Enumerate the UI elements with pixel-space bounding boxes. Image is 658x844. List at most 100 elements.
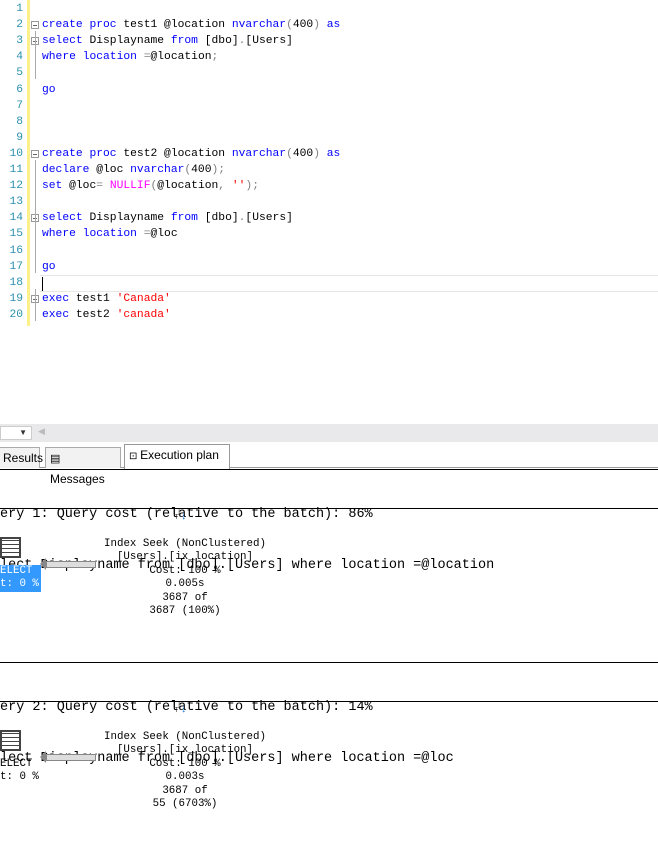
operator-detail: Cost: 100 % [149, 757, 221, 770]
code-token: go [42, 83, 56, 96]
line-number: 5 [16, 67, 23, 80]
plan-header: ery 1: Query cost (relative to the batch… [0, 470, 658, 573]
code-line[interactable]: set @loc= NULLIF(@location, ''); [42, 178, 259, 194]
code-token: select [42, 35, 90, 48]
code-line[interactable]: go [42, 82, 56, 98]
operator-name: ELECT [0, 565, 33, 577]
tab-execution-plan[interactable]: ⊡ Execution plan [124, 444, 230, 469]
plan-header: ery 2: Query cost (relative to the batch… [0, 663, 658, 766]
code-token: 400 [292, 147, 314, 160]
line-number: 15 [9, 228, 23, 241]
line-number: 19 [9, 292, 23, 305]
operator-detail: 3687 (100%) [149, 605, 221, 618]
line-number: 6 [16, 83, 23, 96]
code-token: @loc [69, 180, 97, 193]
line-number: 13 [9, 196, 23, 209]
line-number: 10 [9, 147, 23, 160]
code-token: Displayname [89, 35, 171, 48]
operator-cost: t: 0 % [0, 578, 39, 591]
code-token: ); [211, 164, 226, 176]
fold-guide [35, 208, 36, 257]
select-operator-label[interactable]: ELECT t: 0 % [0, 565, 41, 592]
select-operator-icon[interactable] [0, 537, 21, 558]
code-token: from [170, 212, 205, 225]
line-number: 12 [9, 180, 23, 193]
code-line[interactable]: select Displayname from [dbo].[Users] [42, 210, 293, 226]
operator-detail: 55 (6703%) [152, 798, 218, 811]
code-token: test2 @location [123, 147, 232, 160]
code-token: @location [150, 51, 212, 64]
line-number: 2 [16, 19, 23, 32]
index-seek-icon[interactable]: ⑂↓ [172, 699, 187, 716]
operator-detail: [Users].[ix_location] [116, 744, 254, 757]
code-token: from [170, 35, 205, 48]
code-token: location [82, 51, 144, 64]
code-token: 'Canada' [116, 292, 171, 305]
code-token: [dbo] [204, 35, 239, 48]
fold-guide [35, 31, 36, 80]
code-line[interactable]: go [42, 259, 56, 275]
code-line[interactable]: where location =@location; [42, 49, 218, 65]
collapse-toggle-icon[interactable] [31, 149, 39, 158]
code-token: 400 [191, 164, 212, 176]
line-number: 18 [9, 276, 23, 289]
code-token: select [42, 212, 90, 225]
operator-detail: 3687 of [162, 591, 208, 604]
zoom-dropdown[interactable]: ▼ [0, 426, 32, 440]
line-number: 17 [9, 260, 23, 273]
operator-detail: Index Seek (NonClustered) [104, 731, 266, 743]
code-line[interactable]: create proc test2 @location nvarchar(400… [42, 146, 340, 162]
code-token: @location [157, 180, 219, 193]
code-token: set [42, 180, 70, 193]
code-token: ( [286, 19, 293, 32]
operator-detail: 0.005s [165, 578, 205, 591]
line-number: 8 [16, 115, 23, 128]
code-line[interactable]: exec test2 'canada' [42, 307, 171, 323]
code-token: 400 [292, 19, 314, 32]
code-token: [dbo] [204, 212, 239, 225]
code-token: [Users] [245, 212, 293, 225]
code-token: test2 [75, 308, 117, 321]
code-token: where [42, 51, 83, 64]
select-operator-icon[interactable] [0, 730, 21, 751]
tab-label: Results [3, 451, 44, 465]
change-margin [27, 0, 30, 326]
tab-results[interactable]: Results [0, 447, 44, 468]
code-token: ( [286, 147, 293, 160]
line-number: 16 [9, 244, 23, 257]
operator-detail: Cost: 100 % [149, 564, 221, 577]
operator-detail: Index Seek (NonClustered) [104, 538, 266, 550]
code-token: test1 [75, 292, 117, 305]
chevron-down-icon: ▼ [19, 428, 27, 437]
code-line[interactable]: declare @loc nvarchar(400); [42, 162, 225, 178]
code-line[interactable]: create proc test1 @location nvarchar(400… [42, 17, 340, 33]
code-token: Displayname [89, 212, 171, 225]
tab-label: Execution plan [140, 448, 219, 462]
current-line-highlight [40, 275, 658, 292]
code-line[interactable]: select Displayname from [dbo].[Users] [42, 33, 293, 49]
code-token: go [42, 260, 56, 273]
select-operator-label[interactable]: ELECT t: 0 % [0, 758, 41, 785]
code-line[interactable]: exec test1 'Canada' [42, 291, 171, 307]
text-caret [42, 277, 43, 291]
code-token: create proc [42, 147, 124, 160]
index-seek-icon[interactable]: ⑂↓ [172, 506, 187, 523]
code-token: ; [211, 51, 219, 64]
code-line[interactable]: where location =@loc [42, 226, 178, 242]
scroll-left-icon[interactable]: ◀ [38, 426, 45, 437]
query-editor[interactable]: 1 2 create proc test1 @location nvarchar(4… [0, 0, 658, 424]
code-token: test1 @location [123, 19, 232, 32]
tab-messages[interactable]: ▤ Messages [45, 447, 121, 486]
line-number: 9 [16, 131, 23, 144]
messages-icon: ▤ [50, 453, 61, 465]
code-token: '' [231, 180, 246, 193]
code-token: location [82, 228, 144, 241]
index-seek-operator[interactable]: Index Seek (NonClustered) [Users].[ix_loc… [80, 538, 290, 618]
operator-cost: t: 0 % [0, 771, 39, 784]
operator-detail: 3687 of [162, 784, 208, 797]
operator-detail: 0.003s [165, 771, 205, 784]
collapse-toggle-icon[interactable] [31, 21, 39, 30]
operator-detail: [Users].[ix_location] [116, 551, 254, 564]
code-token: declare [42, 164, 97, 176]
index-seek-operator[interactable]: Index Seek (NonClustered) [Users].[ix_loc… [80, 731, 290, 811]
